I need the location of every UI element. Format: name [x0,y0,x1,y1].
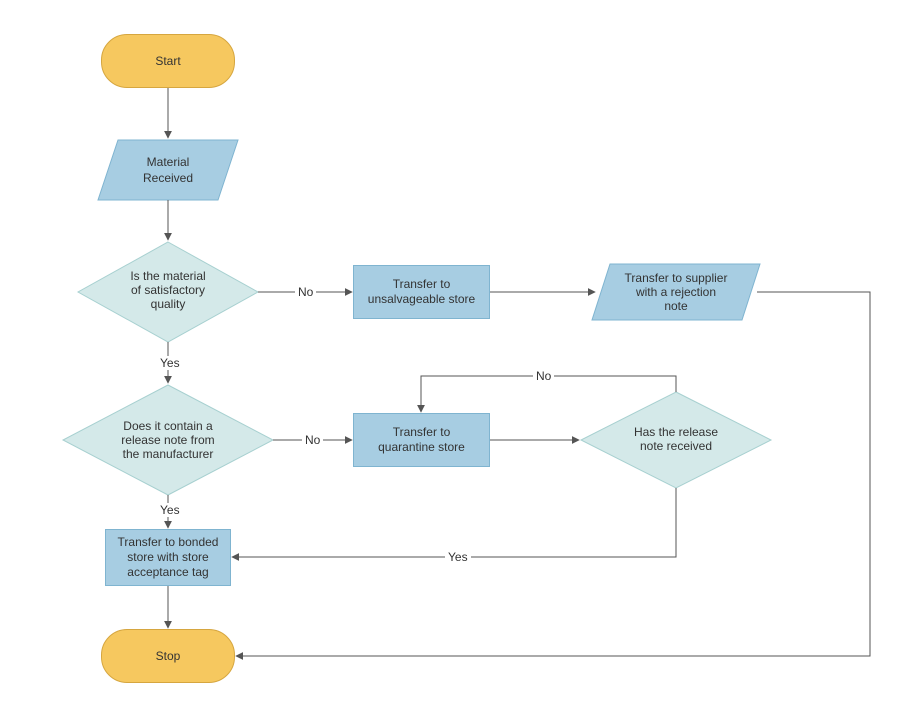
node-unsalvageable-l1: Transfer to [393,277,451,291]
node-bonded-l3: acceptance tag [127,565,208,579]
node-quality-check-l3: quality [151,297,186,311]
node-unsalvageable-l2: unsalvageable store [368,292,475,306]
node-quarantine-l1: Transfer to [393,425,451,439]
node-note-received-l1: Has the release [634,425,718,439]
edge-label-quality-yes: Yes [157,356,183,370]
node-quarantine: Transfer to quarantine store [353,413,490,467]
node-unsalvageable: Transfer to unsalvageable store [353,265,490,319]
node-release-note-check [63,385,273,495]
node-note-received-l2: note received [640,439,712,453]
node-material-received-l1: Material [147,155,190,169]
edge-supplier-stop [236,292,870,656]
node-bonded-l1: Transfer to bonded [118,535,219,549]
node-unsalvageable-text: Transfer to unsalvageable store [368,277,475,307]
node-note-received [581,392,771,488]
node-bonded: Transfer to bonded store with store acce… [105,529,231,586]
node-stop: Stop [101,629,235,683]
node-quarantine-l2: quarantine store [378,440,465,454]
edge-label-release-yes: Yes [157,503,183,517]
node-stop-label: Stop [156,649,181,664]
node-quality-check-l2: of satisfactory [131,283,205,297]
edge-label-quality-no: No [295,285,316,299]
node-bonded-l2: store with store [127,550,208,564]
node-quality-check [78,242,258,342]
node-release-note-check-l2: release note from [121,433,214,447]
node-material-received [98,140,238,200]
node-release-note-check-l3: the manufacturer [123,447,214,461]
node-bonded-text: Transfer to bonded store with store acce… [118,535,219,580]
node-supplier-reject [592,264,760,320]
edge-label-note-no: No [533,369,554,383]
edge-note-yes [232,488,676,557]
edge-label-note-yes: Yes [445,550,471,564]
node-quarantine-text: Transfer to quarantine store [378,425,465,455]
node-quality-check-l1: Is the material [130,269,205,283]
node-start-label: Start [155,54,180,69]
flowchart-svg: Material Received Is the material of sat… [0,0,911,720]
node-release-note-check-l1: Does it contain a [123,419,213,433]
node-material-received-l2: Received [143,171,193,185]
node-supplier-reject-l3: note [664,299,688,313]
node-supplier-reject-l1: Transfer to supplier [625,271,728,285]
node-start: Start [101,34,235,88]
flowchart-canvas: Material Received Is the material of sat… [0,0,911,720]
edge-label-release-no: No [302,433,323,447]
node-supplier-reject-l2: with a rejection [635,285,716,299]
